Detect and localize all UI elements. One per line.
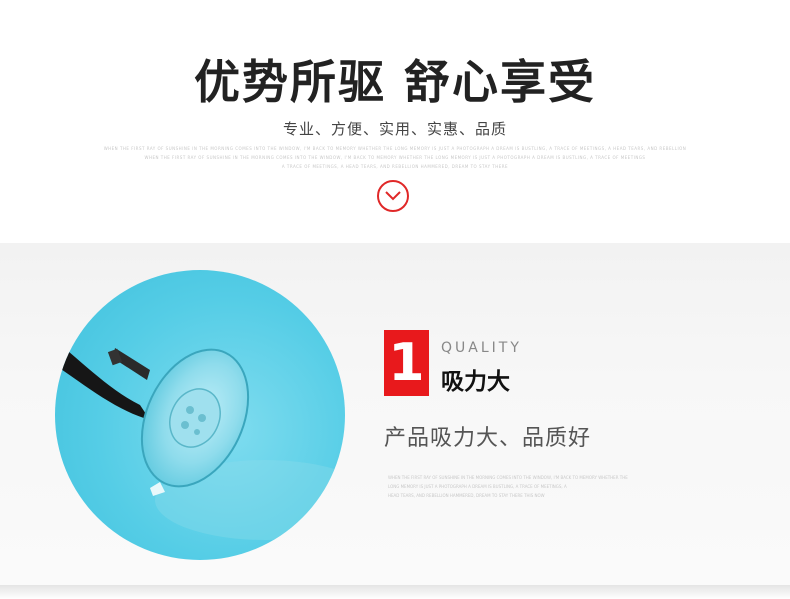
- feature-number-badge: 1: [384, 330, 429, 396]
- decorative-fine-text: WHEN THE FIRST RAY OF SUNSHINE IN THE MO…: [388, 475, 628, 480]
- page-headline: 优势所驱 舒心享受: [193, 55, 596, 109]
- feature-label-en: QUALITY: [441, 340, 522, 356]
- header-section: 优势所驱 舒心享受 专业、方便、实用、实惠、品质 WHEN THE FIRST …: [0, 0, 790, 243]
- decorative-fine-text: HEAD TEARS, AND REBELLION HAMMERED, DREA…: [388, 493, 545, 498]
- suction-cup-photo: [55, 270, 345, 560]
- panel-shadow: [0, 585, 790, 599]
- decorative-fine-text: A TRACE OF MEETINGS, A HEAD TEARS, AND R…: [281, 164, 509, 169]
- feature-description: 产品吸力大、品质好: [384, 426, 592, 451]
- scroll-down-button[interactable]: [377, 180, 409, 212]
- page-subheadline: 专业、方便、实用、实惠、品质: [282, 120, 507, 138]
- chevron-down-icon: [385, 191, 401, 201]
- feature-title: 吸力大: [441, 369, 510, 395]
- decorative-fine-text: WHEN THE FIRST RAY OF SUNSHINE IN THE MO…: [144, 155, 646, 160]
- decorative-fine-text: LONG MEMORY IS JUST A PHOTOGRAPH A DREAM…: [388, 484, 567, 489]
- decorative-fine-text: WHEN THE FIRST RAY OF SUNSHINE IN THE MO…: [103, 146, 687, 151]
